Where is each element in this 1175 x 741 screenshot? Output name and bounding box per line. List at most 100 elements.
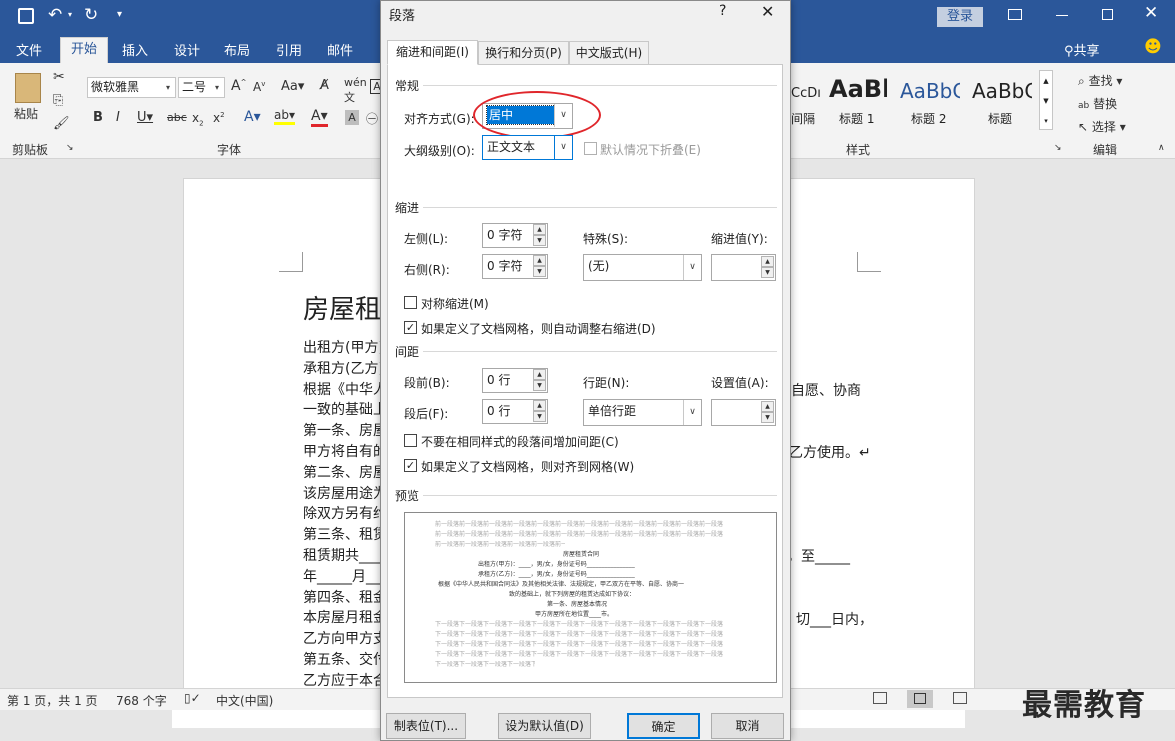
spin-up-icon[interactable]: ▲ xyxy=(761,256,774,267)
style-heading1-sample[interactable]: AaBl xyxy=(829,75,887,103)
format-painter-icon[interactable]: 🖌 xyxy=(53,116,70,131)
right-indent-spinner[interactable]: 0 字符 ▲ ▼ xyxy=(482,254,548,279)
web-layout-icon[interactable] xyxy=(953,692,967,704)
share-button[interactable]: ⚲共享 xyxy=(1064,40,1100,59)
customize-toolbar-icon[interactable]: ▾ xyxy=(117,9,122,20)
mirror-indents-checkbox[interactable] xyxy=(404,296,417,309)
print-layout-icon[interactable] xyxy=(907,690,933,708)
snap-to-grid-checkbox[interactable]: ✓ xyxy=(404,459,417,472)
ribbon-display-icon[interactable] xyxy=(1008,9,1022,20)
read-mode-icon[interactable] xyxy=(873,692,887,704)
dialog-close-icon[interactable]: ✕ xyxy=(761,2,774,21)
phonetic-guide-icon[interactable]: wén 文 xyxy=(344,76,367,105)
tab-indents-spacing[interactable]: 缩进和间距(I) xyxy=(387,40,478,65)
tab-file[interactable]: 文件 xyxy=(16,40,42,59)
shrink-font-icon[interactable]: Av xyxy=(253,80,265,94)
spacing-at-spinner[interactable]: ▲ ▼ xyxy=(711,399,776,426)
indent-by-spinner[interactable]: ▲ ▼ xyxy=(711,254,776,281)
bold-icon[interactable]: B xyxy=(93,110,103,125)
tab-design[interactable]: 设计 xyxy=(174,40,200,59)
font-name-combo[interactable]: 微软雅黑 ▾ xyxy=(87,77,176,98)
replace-button[interactable]: ab 替换 xyxy=(1078,95,1117,112)
proofing-icon[interactable]: ▯✓ xyxy=(184,691,201,705)
word-count[interactable]: 768 个字 xyxy=(116,692,167,709)
doc-line: 该房屋用途为 xyxy=(303,485,387,502)
spin-down-icon[interactable]: ▼ xyxy=(533,380,546,391)
smiley-icon[interactable]: ☻ xyxy=(1144,37,1162,57)
tab-insert[interactable]: 插入 xyxy=(122,40,148,59)
subscript-icon[interactable]: x2 xyxy=(192,111,204,127)
undo-dropdown-icon[interactable]: ▾ xyxy=(68,10,72,19)
spin-down-icon[interactable]: ▼ xyxy=(533,235,546,246)
collapse-checkbox[interactable] xyxy=(584,142,597,155)
paste-icon[interactable] xyxy=(15,73,41,103)
font-size-combo[interactable]: 二号 ▾ xyxy=(178,77,225,98)
undo-icon[interactable]: ↶ xyxy=(48,5,62,25)
maximize-icon[interactable] xyxy=(1102,9,1113,20)
language-indicator[interactable]: 中文(中国) xyxy=(216,692,273,709)
font-color-icon[interactable]: A▾ xyxy=(311,108,328,127)
left-indent-spinner[interactable]: 0 字符 ▲ ▼ xyxy=(482,223,548,248)
no-space-same-style-checkbox[interactable] xyxy=(404,434,417,447)
tab-references[interactable]: 引用 xyxy=(276,40,302,59)
select-button[interactable]: ↖ 选择 ▾ xyxy=(1078,118,1126,135)
login-button[interactable]: 登录 xyxy=(937,7,983,27)
strikethrough-icon[interactable]: abc xyxy=(167,111,187,124)
save-icon[interactable] xyxy=(18,8,34,24)
grow-font-icon[interactable]: A^ xyxy=(231,78,246,94)
set-default-button[interactable]: 设为默认值(D) xyxy=(498,713,591,739)
redo-icon[interactable]: ↻ xyxy=(84,5,98,25)
tab-layout[interactable]: 布局 xyxy=(224,40,250,59)
change-case-icon[interactable]: Aa▾ xyxy=(281,79,304,94)
help-button[interactable]: ? xyxy=(719,3,726,19)
space-after-spinner[interactable]: 0 行 ▲ ▼ xyxy=(482,399,548,424)
spin-down-icon[interactable]: ▼ xyxy=(533,411,546,422)
spin-down-icon[interactable]: ▼ xyxy=(761,412,774,423)
tabs-button[interactable]: 制表位(T)... xyxy=(386,713,466,739)
line-spacing-select[interactable]: 单倍行距 ∨ xyxy=(583,399,702,426)
clear-format-icon[interactable]: A̸ xyxy=(320,78,329,93)
underline-icon[interactable]: U▾ xyxy=(137,110,153,125)
ok-button[interactable]: 确定 xyxy=(627,713,700,739)
copy-icon[interactable]: ⎘ xyxy=(53,93,63,108)
spin-down-icon[interactable]: ▼ xyxy=(533,266,546,277)
spin-up-icon[interactable]: ▲ xyxy=(533,400,546,411)
page-count[interactable]: 第 1 页，共 1 页 xyxy=(7,692,98,709)
special-indent-label: 特殊(S): xyxy=(583,232,629,246)
char-shading-icon[interactable]: A xyxy=(345,110,359,125)
italic-icon[interactable]: I xyxy=(116,110,120,125)
close-icon[interactable]: ✕ xyxy=(1144,3,1158,23)
find-button[interactable]: ⌕ 查找 ▾ xyxy=(1078,72,1122,89)
style-title-sample[interactable]: AaBbC xyxy=(972,79,1032,103)
cut-icon[interactable]: ✂ xyxy=(53,69,65,85)
tab-asian-typography[interactable]: 中文版式(H) xyxy=(569,41,649,65)
cancel-button[interactable]: 取消 xyxy=(711,713,784,739)
tab-home[interactable]: 开始 xyxy=(60,37,108,63)
style-heading2-sample[interactable]: AaBbC xyxy=(900,79,960,103)
preview-sample-line: 致的基础上，就下列房屋的租赁达成如下协议： xyxy=(509,591,636,598)
collapse-ribbon-icon[interactable]: ∧ xyxy=(1158,143,1165,153)
outline-level-select[interactable]: 正文文本 ∨ xyxy=(482,135,573,160)
enclose-char-icon[interactable]: ㊀ xyxy=(366,110,378,127)
auto-right-indent-checkbox[interactable]: ✓ xyxy=(404,321,417,334)
paste-button[interactable]: 粘贴 xyxy=(14,105,38,122)
dialog-launcher-icon[interactable]: ↘ xyxy=(1054,143,1062,153)
tab-mailings[interactable]: 邮件 xyxy=(327,40,353,59)
special-indent-select[interactable]: (无) ∨ xyxy=(583,254,702,281)
spin-up-icon[interactable]: ▲ xyxy=(533,255,546,266)
dialog-launcher-icon[interactable]: ↘ xyxy=(66,143,74,153)
tab-line-page-breaks[interactable]: 换行和分页(P) xyxy=(478,41,569,65)
superscript-icon[interactable]: x2 xyxy=(213,111,225,125)
style-gallery-scroll[interactable]: ▲ ▼ ▾ xyxy=(1039,70,1053,130)
spin-up-icon[interactable]: ▲ xyxy=(533,369,546,380)
highlight-icon[interactable]: ab▾ xyxy=(274,108,295,125)
spin-up-icon[interactable]: ▲ xyxy=(761,401,774,412)
spin-down-icon[interactable]: ▼ xyxy=(761,267,774,278)
minimize-icon[interactable] xyxy=(1056,15,1068,16)
space-before-spinner[interactable]: 0 行 ▲ ▼ xyxy=(482,368,548,393)
doc-line: 第二条、房屋 xyxy=(303,464,387,481)
text-effects-icon[interactable]: A▾ xyxy=(244,109,261,125)
spin-up-icon[interactable]: ▲ xyxy=(533,224,546,235)
style-heading1-label: 标题 1 xyxy=(839,112,875,126)
style-prefix-sample[interactable]: CcDı xyxy=(791,86,821,101)
